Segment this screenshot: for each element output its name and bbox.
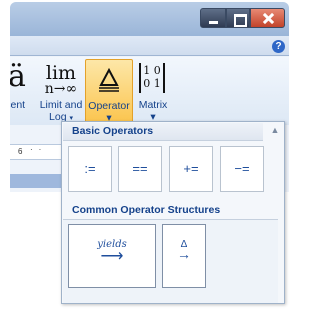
limit-and-log-button[interactable]: lim n→∞ Limit and Log ▾	[36, 59, 86, 123]
ruler: 6 ··	[10, 144, 62, 160]
gallery-scroll-up-icon[interactable]: ▲	[269, 125, 281, 135]
limit-subscript: n→∞	[44, 81, 78, 97]
ruler-ticks: ··	[30, 145, 48, 154]
operator-label: Operator	[88, 100, 130, 112]
accent-glyph-icon: ä	[10, 59, 26, 94]
common-operator-structures-header: Common Operator Structures	[63, 202, 278, 220]
matrix-button[interactable]: 1 0 0 1 Matrix ▾	[133, 59, 173, 123]
maximize-icon[interactable]	[226, 8, 250, 28]
operator-colon-equals[interactable]: :=	[68, 146, 112, 192]
accent-dropdown-arrow-icon: ▾	[10, 111, 34, 123]
operator-double-equals[interactable]: ==	[118, 146, 162, 192]
operator-icon	[99, 67, 119, 92]
long-right-arrow-icon: ⟶	[100, 248, 124, 265]
matrix-icon: 1 0 0 1	[139, 63, 165, 93]
matrix-icon-row1: 1 0	[143, 64, 161, 77]
limit-and-log-label-line1: Limit and	[39, 99, 83, 111]
operator-plus-equals[interactable]: +=	[169, 146, 213, 192]
accent-button[interactable]: ä ccent ▾	[10, 59, 34, 123]
operator-button[interactable]: Operator ▾	[85, 59, 133, 124]
title-bar	[10, 2, 289, 36]
ruler-number: 6	[18, 147, 23, 156]
accent-label: ccent	[10, 99, 26, 111]
right-arrow-icon: →	[177, 246, 191, 262]
operator-minus-equals[interactable]: −=	[220, 146, 264, 192]
ribbon-structures-group: ä ccent ▾ lim n→∞ Limit and Log ▾ Operat…	[10, 57, 289, 125]
structure-delta-arrow[interactable]: Δ →	[162, 224, 206, 288]
help-icon[interactable]: ?	[272, 40, 285, 53]
matrix-icon-row2: 0 1	[143, 77, 161, 90]
document-area-edge	[10, 174, 62, 188]
basic-operators-header: Basic Operators	[63, 123, 263, 141]
operator-gallery-dropdown: Basic Operators ▲ := == += −= Common Ope…	[61, 121, 285, 304]
ribbon-tab-strip	[10, 36, 289, 56]
close-icon[interactable]	[250, 8, 285, 28]
minimize-icon[interactable]	[200, 8, 226, 28]
structure-yields-arrow[interactable]: yields ⟶	[68, 224, 156, 288]
matrix-label: Matrix	[138, 99, 168, 111]
